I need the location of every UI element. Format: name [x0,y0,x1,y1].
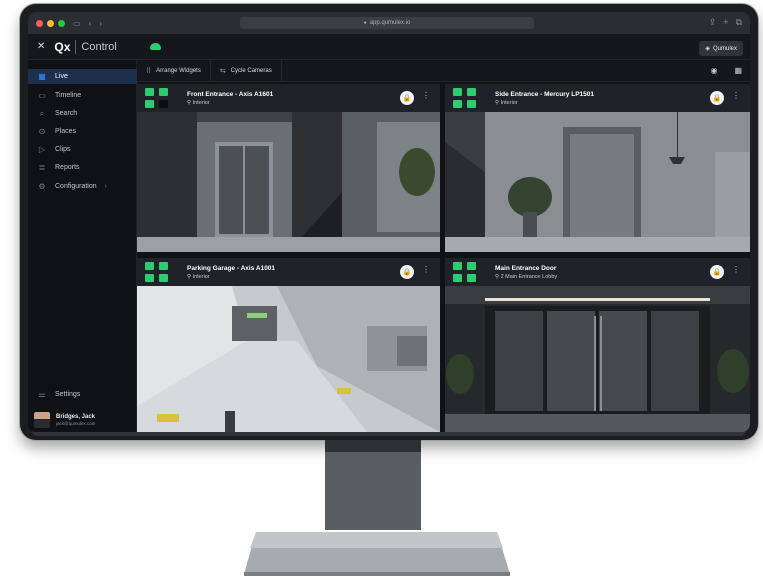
monitor-stand [244,440,510,576]
